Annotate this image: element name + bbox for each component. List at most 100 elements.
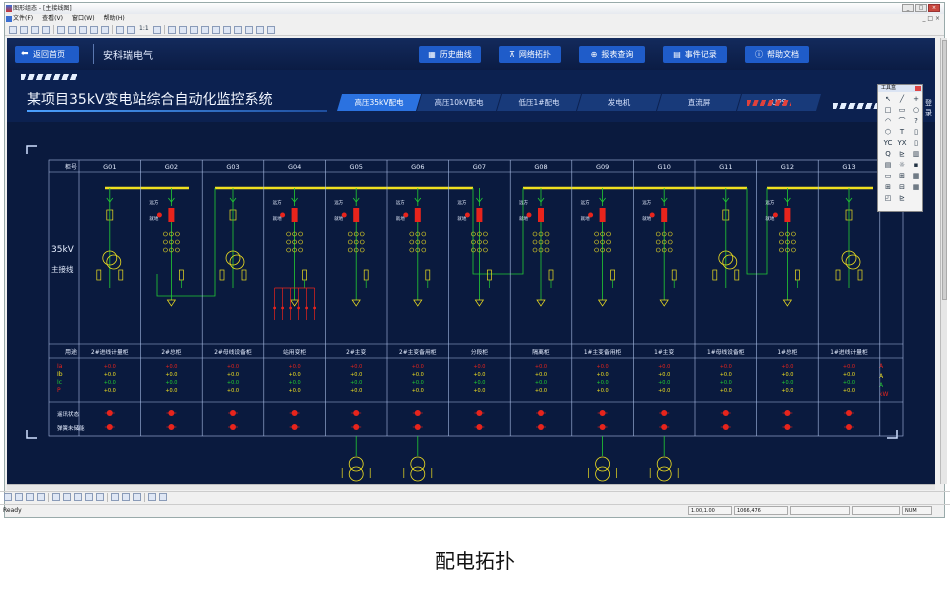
breaker-icon[interactable]: [353, 208, 360, 222]
copy-icon[interactable]: [79, 25, 87, 34]
save-icon[interactable]: [31, 25, 39, 34]
cabinet-G10-label: G10: [658, 163, 671, 171]
tool-0-icon[interactable]: ↖: [882, 94, 894, 104]
zoom-out-icon[interactable]: [127, 25, 135, 34]
tool-28-icon[interactable]: ⊵: [896, 193, 908, 203]
tool-18-icon[interactable]: ▤: [882, 160, 894, 170]
space-icon-3[interactable]: [74, 493, 82, 501]
group-icon[interactable]: [255, 25, 264, 34]
breaker-icon[interactable]: [291, 208, 298, 222]
align-right-icon[interactable]: [211, 25, 220, 34]
menu-file[interactable]: 文件(F): [13, 14, 33, 24]
tool-22-icon[interactable]: ⊞: [896, 171, 908, 181]
tool-2-icon[interactable]: +: [910, 94, 922, 104]
tool-24-icon[interactable]: ⊞: [882, 182, 894, 192]
cabinet-G08-usage: 隔离柜: [532, 348, 550, 356]
distribute-icon[interactable]: [244, 25, 253, 34]
paste-icon[interactable]: [90, 25, 98, 34]
align-icon-2[interactable]: [15, 493, 23, 501]
tool-19-icon[interactable]: ☼: [896, 160, 908, 170]
cut-icon[interactable]: [68, 25, 76, 34]
align-left-icon[interactable]: [189, 25, 198, 34]
tool-4-icon[interactable]: ▭: [896, 105, 908, 115]
arrester-icon: [363, 269, 369, 281]
measure-value: +0.0: [597, 372, 609, 378]
toolbox-close-button[interactable]: [915, 86, 921, 91]
space-icon[interactable]: [52, 493, 60, 501]
tool-7-icon[interactable]: ⌒: [896, 116, 908, 126]
horizontal-scrollbar[interactable]: [7, 484, 935, 490]
size-icon-2[interactable]: [122, 493, 130, 501]
tool-27-icon[interactable]: ◰: [882, 193, 894, 203]
breaker-icon[interactable]: [538, 208, 544, 222]
tool-20-icon[interactable]: ▪: [910, 160, 922, 170]
order-icon[interactable]: [148, 493, 156, 501]
zoom-in-icon[interactable]: [116, 25, 124, 34]
order-icon-2[interactable]: [159, 493, 167, 501]
tool-16-icon[interactable]: ⊵: [896, 149, 908, 159]
tool-14-icon[interactable]: ▯: [910, 138, 922, 148]
tool-11-icon[interactable]: ▯: [910, 127, 922, 137]
breaker-icon[interactable]: [414, 208, 421, 222]
close-button[interactable]: ×: [928, 4, 940, 12]
align-bottom-icon[interactable]: [233, 25, 242, 34]
tool-8-icon[interactable]: ?: [910, 116, 922, 126]
space-icon-5[interactable]: [96, 493, 104, 501]
tool-5-icon[interactable]: ○: [910, 105, 922, 115]
tool-29-icon[interactable]: [910, 193, 922, 203]
align-center-icon[interactable]: [200, 25, 209, 34]
breaker-icon[interactable]: [661, 208, 668, 222]
tool-23-icon[interactable]: ▦: [910, 171, 922, 181]
align-top-icon[interactable]: [222, 25, 231, 34]
cabinet-G06-label: G06: [411, 163, 424, 171]
layer-icon[interactable]: [178, 25, 187, 34]
tool-26-icon[interactable]: ▦: [910, 182, 922, 192]
breaker-icon[interactable]: [476, 208, 483, 222]
measure-value: +0.0: [597, 380, 609, 386]
align-icon-4[interactable]: [37, 493, 45, 501]
measure-value: +0.0: [535, 372, 547, 378]
align-icon-3[interactable]: [26, 493, 34, 501]
menu-window[interactable]: 窗口(W): [72, 14, 95, 24]
measure-value: +0.0: [412, 364, 424, 370]
tool-10-icon[interactable]: T: [896, 127, 908, 137]
tool-1-icon[interactable]: ╱: [896, 94, 908, 104]
zoom-1to1-button[interactable]: 1:1: [138, 25, 150, 34]
tool-6-icon[interactable]: ◠: [882, 116, 894, 126]
tool-21-icon[interactable]: ▭: [882, 171, 894, 181]
space-icon-4[interactable]: [85, 493, 93, 501]
print-icon[interactable]: [42, 25, 50, 34]
tool-15-icon[interactable]: Q: [882, 149, 894, 159]
tool-12-icon[interactable]: YC: [882, 138, 894, 148]
new-icon[interactable]: [9, 25, 17, 34]
fit-icon[interactable]: [152, 25, 161, 34]
login-link[interactable]: 登录: [925, 98, 935, 118]
size-icon[interactable]: [111, 493, 119, 501]
run-icon[interactable]: [167, 25, 176, 34]
maximize-button[interactable]: □: [915, 4, 927, 12]
size-icon-3[interactable]: [133, 493, 141, 501]
tool-25-icon[interactable]: ⊟: [896, 182, 908, 192]
breaker-icon[interactable]: [784, 208, 791, 222]
open-icon[interactable]: [20, 25, 28, 34]
tool-3-icon[interactable]: □: [882, 105, 894, 115]
grid-icon[interactable]: [101, 25, 109, 34]
tool-9-icon[interactable]: ⬡: [882, 127, 894, 137]
align-icon[interactable]: [4, 493, 12, 501]
minimize-button[interactable]: _: [902, 4, 914, 12]
tool-17-icon[interactable]: ▥: [910, 149, 922, 159]
mdi-controls[interactable]: _ □ ×: [922, 14, 940, 24]
breaker-icon[interactable]: [168, 208, 175, 222]
space-icon-2[interactable]: [63, 493, 71, 501]
cabinet-G09-usage: 1#主变备用柜: [584, 348, 622, 356]
svg-text:远方: 远方: [642, 199, 651, 206]
menu-view[interactable]: 查看(V): [42, 14, 63, 24]
breaker-icon[interactable]: [599, 208, 606, 222]
measure-value: +0.0: [843, 388, 855, 394]
ungroup-icon[interactable]: [266, 25, 275, 34]
tool-13-icon[interactable]: YX: [896, 138, 908, 148]
svg-text:就地: 就地: [765, 215, 774, 222]
undo-icon[interactable]: [57, 25, 65, 34]
menu-help[interactable]: 帮助(H): [104, 14, 125, 24]
vertical-scrollbar[interactable]: [940, 38, 947, 484]
